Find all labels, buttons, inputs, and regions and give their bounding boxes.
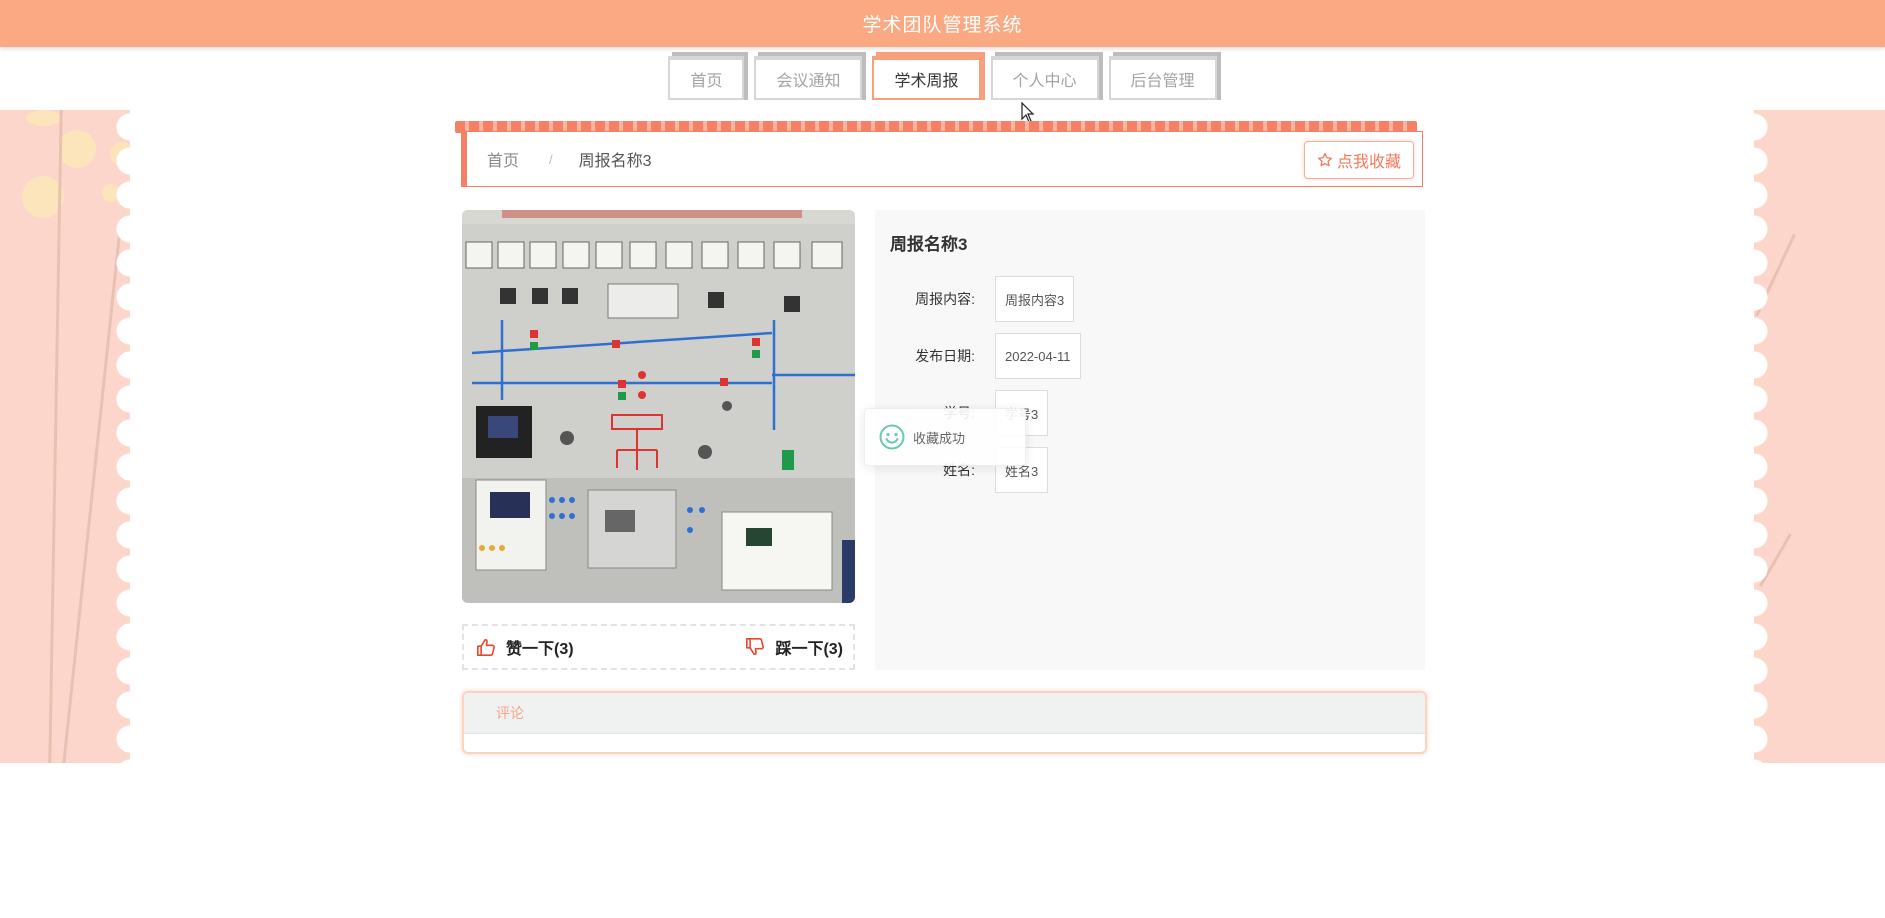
control-panel-illustration bbox=[462, 210, 855, 603]
smiley-success-icon bbox=[879, 424, 905, 450]
breadcrumb-home-link[interactable]: 首页 bbox=[487, 147, 519, 171]
nav-item-label: 会议通知 bbox=[776, 73, 841, 90]
nav-item-home[interactable]: 首页 bbox=[668, 56, 745, 100]
comments-tab[interactable]: 评论 bbox=[464, 693, 1425, 734]
nav-item-weekly-reports[interactable]: 学术周报 bbox=[872, 56, 981, 100]
thumbs-up-icon bbox=[477, 638, 495, 656]
comments-tab-label: 评论 bbox=[496, 705, 524, 721]
decorative-side-panel-left bbox=[0, 110, 130, 763]
like-button[interactable]: 赞一下(3) bbox=[476, 635, 574, 659]
star-icon bbox=[1317, 153, 1332, 167]
main-nav: 首页 会议通知 学术周报 个人中心 后台管理 bbox=[0, 56, 1885, 100]
nav-item-personal-center[interactable]: 个人中心 bbox=[990, 56, 1099, 100]
dislike-button-label: 踩一下(3) bbox=[775, 641, 843, 658]
favorite-button-label: 点我收藏 bbox=[1336, 154, 1401, 171]
detail-row-content: 周报内容: 周报内容3 bbox=[875, 276, 1075, 322]
comments-section: 评论 bbox=[462, 691, 1427, 754]
breadcrumb-separator: / bbox=[549, 151, 553, 167]
detail-label: 周报内容: bbox=[915, 291, 975, 307]
nav-item-label: 学术周报 bbox=[894, 73, 959, 90]
like-button-label: 赞一下(3) bbox=[506, 641, 574, 658]
success-toast: 收藏成功 bbox=[864, 408, 1026, 466]
favorite-button[interactable]: 点我收藏 bbox=[1303, 141, 1414, 179]
nav-item-admin[interactable]: 后台管理 bbox=[1108, 56, 1217, 100]
breadcrumb-current: 周报名称3 bbox=[578, 153, 652, 170]
vote-bar: 赞一下(3) 踩一下(3) bbox=[462, 624, 855, 670]
decor-scallop-edge bbox=[1754, 110, 1768, 763]
toast-message: 收藏成功 bbox=[913, 430, 966, 446]
nav-item-meeting-notices[interactable]: 会议通知 bbox=[754, 56, 863, 100]
decor-scallop-edge bbox=[116, 110, 130, 763]
decorative-side-panel-right bbox=[1754, 110, 1885, 763]
decor-stem bbox=[61, 231, 122, 763]
breadcrumb: 首页 / 周报名称3 点我收藏 bbox=[461, 131, 1423, 187]
nav-item-label: 首页 bbox=[690, 73, 723, 90]
nav-item-label: 个人中心 bbox=[1012, 73, 1077, 90]
app-header: 学术团队管理系统 bbox=[0, 0, 1885, 47]
dislike-button[interactable]: 踩一下(3) bbox=[745, 635, 843, 659]
detail-label: 发布日期: bbox=[915, 348, 975, 364]
detail-row-publish-date: 发布日期: 2022-04-11 bbox=[875, 333, 1081, 379]
decor-dot bbox=[26, 110, 62, 126]
report-title: 周报名称3 bbox=[890, 235, 968, 254]
decor-dot bbox=[58, 130, 96, 168]
nav-item-label: 后台管理 bbox=[1130, 73, 1195, 90]
report-image bbox=[462, 210, 855, 603]
detail-value: 周报内容3 bbox=[995, 276, 1075, 322]
detail-value: 2022-04-11 bbox=[995, 333, 1081, 379]
app-title: 学术团队管理系统 bbox=[862, 15, 1023, 36]
thumbs-down-icon bbox=[746, 638, 765, 656]
breadcrumb-bar: 首页 / 周报名称3 点我收藏 bbox=[455, 121, 1423, 189]
